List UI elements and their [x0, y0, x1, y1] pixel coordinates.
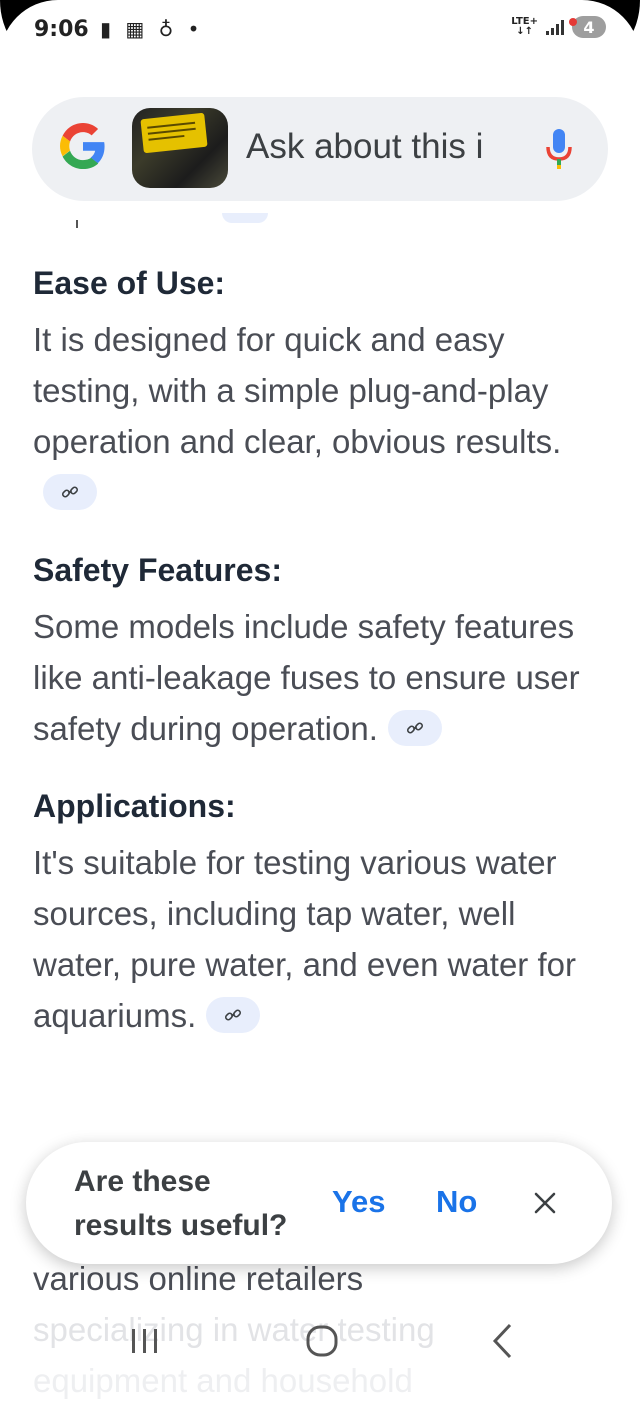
source-link-button[interactable] [206, 997, 261, 1034]
feedback-question: Are these results useful? [74, 1165, 288, 1242]
feedback-no-button[interactable]: No [436, 1184, 477, 1220]
signal-icon [546, 19, 564, 35]
back-button[interactable] [490, 1322, 514, 1360]
link-icon [406, 722, 423, 734]
source-link-button[interactable] [43, 474, 97, 511]
home-button[interactable] [305, 1324, 339, 1358]
network-indicator: LTE+ ↓↑ [511, 16, 538, 37]
search-bar[interactable]: Ask about this i [32, 97, 608, 201]
status-right: LTE+ ↓↑ 4 [511, 16, 606, 38]
scrolled-link-chip [222, 213, 268, 223]
section-applications: Applications: It's suitable for testing … [33, 788, 603, 1041]
section-heading: Applications: [33, 788, 236, 824]
google-g-icon [60, 123, 105, 169]
feedback-card: Are these results useful? Yes No [26, 1142, 612, 1264]
section-safety-features: Safety Features: Some models include saf… [33, 552, 603, 754]
trailing-text-line: equipment and household [33, 1362, 413, 1399]
section-heading: Safety Features: [33, 552, 282, 588]
search-input[interactable]: Ask about this i [246, 127, 483, 167]
section-heading: Ease of Use: [33, 265, 226, 301]
link-icon [61, 486, 79, 498]
link-icon [225, 1009, 242, 1021]
section-ease-of-use: Ease of Use: It is designed for quick an… [33, 265, 603, 518]
mic-icon[interactable] [544, 127, 574, 171]
answer-content: Ease of Use: It is designed for quick an… [33, 265, 603, 1075]
scrolled-text-remnant [76, 220, 78, 228]
battery-badge: 4 [569, 16, 606, 38]
feedback-yes-button[interactable]: Yes [332, 1184, 385, 1220]
source-link-button[interactable] [387, 710, 442, 747]
recents-button[interactable] [128, 1327, 162, 1355]
section-body: It's suitable for testing various water … [33, 844, 576, 1034]
notification-icons: ▮ ▦ ♁ • [100, 17, 204, 41]
status-time: 9:06 [34, 17, 89, 42]
section-body: Some models include safety features like… [33, 608, 580, 747]
section-body: It is designed for quick and easy testin… [33, 314, 603, 518]
query-image-thumbnail[interactable] [132, 108, 228, 188]
close-icon[interactable] [530, 1188, 560, 1218]
